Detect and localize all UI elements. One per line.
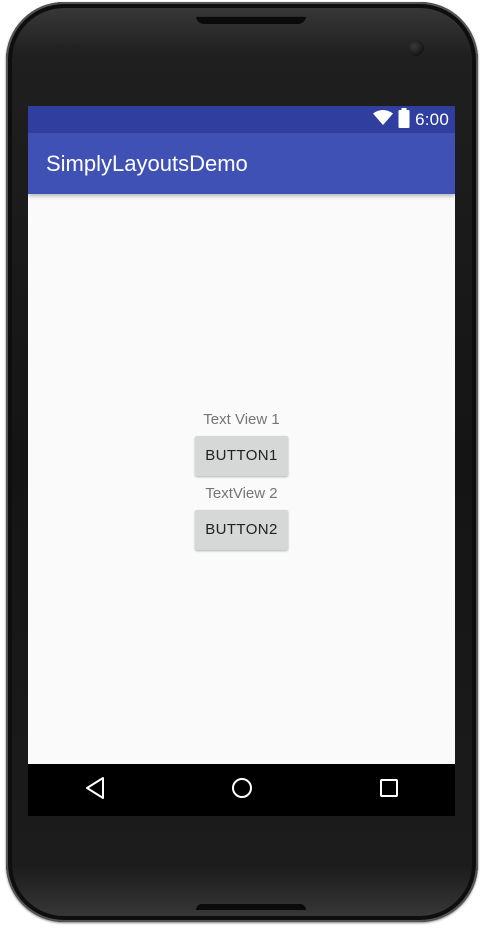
recents-button[interactable]: [359, 764, 419, 816]
battery-icon: [398, 107, 410, 133]
button-1[interactable]: BUTTON1: [195, 435, 288, 476]
app-title: SimplyLayoutsDemo: [46, 151, 248, 176]
status-time: 6:00: [415, 110, 449, 129]
back-button[interactable]: [65, 764, 125, 816]
proximity-sensor: [54, 44, 64, 54]
earpiece-speaker: [196, 16, 306, 24]
front-camera: [408, 40, 424, 56]
status-bar: 6:00: [28, 106, 455, 133]
recents-icon: [379, 778, 399, 803]
text-view-2: TextView 2: [205, 484, 278, 502]
light-sensor: [70, 44, 80, 54]
back-icon: [84, 776, 106, 805]
home-button[interactable]: [212, 764, 272, 816]
phone-screen: 6:00 SimplyLayoutsDemo Text View 1 BUTTO…: [28, 106, 455, 816]
button-2[interactable]: BUTTON2: [195, 509, 288, 550]
app-bar: SimplyLayoutsDemo: [28, 133, 455, 194]
home-icon: [230, 776, 254, 805]
bottom-speaker: [196, 904, 306, 910]
wifi-icon: [373, 109, 394, 131]
text-view-1: Text View 1: [203, 410, 280, 428]
main-content: Text View 1 BUTTON1 TextView 2 BUTTON2: [28, 194, 455, 765]
navigation-bar: [28, 764, 455, 816]
